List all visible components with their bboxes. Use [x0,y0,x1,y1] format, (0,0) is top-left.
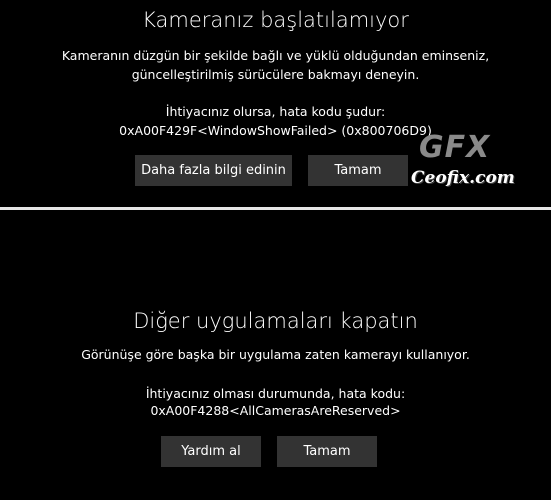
error-intro-text: İhtiyacınız olması durumunda, hata kodu: [145,386,406,401]
error-code-text: 0xA00F4288<AllCamerasAreReserved> [150,403,401,418]
close-apps-dialog: Diğer uygulamaları kapatın Görünüşe göre… [0,210,551,500]
dialog-message: Görünüşe göre başka bir uygulama zaten k… [81,347,470,362]
ok-button[interactable]: Tamam [277,436,377,467]
watermark-logo: GFX [419,128,519,168]
more-info-button[interactable]: Daha fazla bilgi edinin [135,155,292,186]
dialog-message-line-2: güncelleştirilmiş sürücülere bakmayı den… [131,67,420,82]
camera-error-dialog: Kameranız başlatılamıyor Kameranın düzgü… [0,0,551,207]
watermark-logo-text: GFX [419,130,491,165]
get-help-button[interactable]: Yardım al [161,436,261,467]
watermark: GFX Ceofix.com [405,128,525,194]
dialog-title: Kameranız başlatılamıyor [142,8,409,32]
watermark-text: Ceofix.com [411,168,515,188]
dialog-title: Diğer uygulamaları kapatın [133,309,418,333]
dialog-message-line-1: Kameranın düzgün bir şekilde bağlı ve yü… [61,48,490,63]
ok-button[interactable]: Tamam [308,155,408,186]
error-intro-text: İhtiyacınız olursa, hata kodu şudur: [165,104,386,119]
